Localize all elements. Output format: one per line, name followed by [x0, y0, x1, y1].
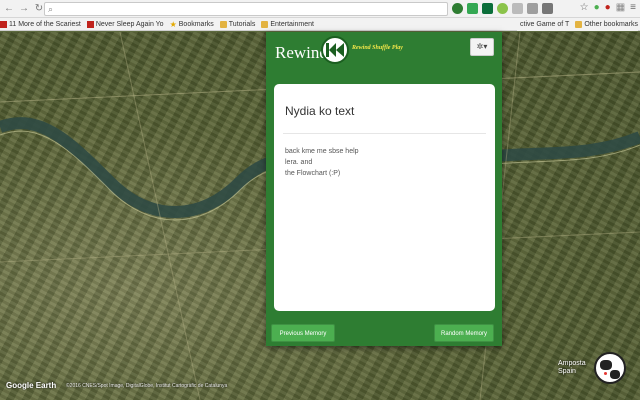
tagline: Rewind Shuffle Play — [352, 45, 403, 51]
globe-land — [610, 370, 620, 379]
brand-name: Rewind — [275, 43, 328, 62]
browser-toolbar: ← → ↻ ⌕ ☆ ● ● ▦ ≡ — [0, 0, 640, 18]
bookmark-favicon-icon — [86, 20, 94, 28]
folder-icon — [575, 21, 583, 28]
extension-icon[interactable] — [542, 3, 553, 14]
extension-icon[interactable] — [527, 3, 538, 14]
forward-icon[interactable]: → — [18, 3, 30, 15]
divider — [283, 133, 486, 134]
extension-icon[interactable] — [467, 3, 478, 14]
settings-button[interactable]: ✲▾ — [470, 38, 494, 56]
bookmark-favicon-icon — [0, 20, 7, 28]
google-earth-logo: Google Earth — [6, 381, 57, 390]
other-bookmarks[interactable]: Other bookmarks — [584, 21, 638, 28]
extension-icon[interactable]: ● — [605, 2, 611, 13]
address-bar[interactable]: ⌕ — [44, 2, 448, 16]
globe-icon — [594, 352, 626, 384]
memory-line: back kme me sbse help — [285, 148, 359, 155]
extension-icon[interactable] — [512, 3, 523, 14]
random-memory-button[interactable]: Random Memory — [434, 324, 494, 342]
bookmark-folder[interactable]: Entertainment — [261, 20, 314, 28]
memory-title: Nydia ko text — [285, 104, 355, 118]
location-marker-icon — [604, 372, 607, 375]
memory-body: back kme me sbse help lera. and the Flow… — [285, 146, 485, 179]
popup-header: Rewind Rewind Shuffle Play ✲▾ — [266, 32, 502, 76]
memory-card: Nydia ko text back kme me sbse help lera… — [274, 84, 495, 311]
bookmark-item[interactable]: Never Sleep Again Yo — [86, 20, 164, 28]
bookmark-folder[interactable]: Tutorials — [219, 20, 255, 28]
extension-icon[interactable]: ● — [594, 2, 600, 13]
rewind-popup: Rewind Rewind Shuffle Play ✲▾ Nydia ko t… — [266, 32, 502, 346]
globe-land — [600, 360, 612, 370]
star-icon: ★ — [169, 19, 177, 29]
search-icon: ⌕ — [48, 4, 54, 14]
bookmark-item[interactable]: ★ Bookmarks — [169, 19, 214, 29]
bookmark-item[interactable]: 11 More of the Scariest — [0, 20, 81, 28]
back-icon[interactable]: ← — [3, 3, 15, 15]
location-label: Amposta Spain — [558, 360, 586, 375]
toolbar-right: ☆ ● ● ▦ ≡ — [580, 2, 636, 13]
folder-icon — [219, 20, 227, 28]
memory-line: the Flowchart (:P) — [285, 170, 341, 177]
previous-memory-button[interactable]: Previous Memory — [271, 324, 335, 342]
memory-line: lera. and — [285, 159, 313, 166]
extension-icon[interactable] — [482, 3, 493, 14]
extension-icon[interactable]: ▦ — [616, 2, 625, 13]
rewind-logo-icon — [321, 36, 349, 64]
rewind-extension-icon[interactable] — [452, 3, 463, 14]
extension-icon[interactable] — [497, 3, 508, 14]
bookmark-overflow[interactable]: ctive Game of T Other bookmarks — [517, 18, 638, 31]
map-attribution: ©2016 CNES/Spot Image, DigitalGlobe, Ins… — [66, 383, 228, 389]
folder-icon — [261, 20, 269, 28]
star-icon[interactable]: ☆ — [580, 2, 589, 13]
menu-icon[interactable]: ≡ — [630, 2, 636, 13]
extension-icons — [452, 3, 553, 14]
